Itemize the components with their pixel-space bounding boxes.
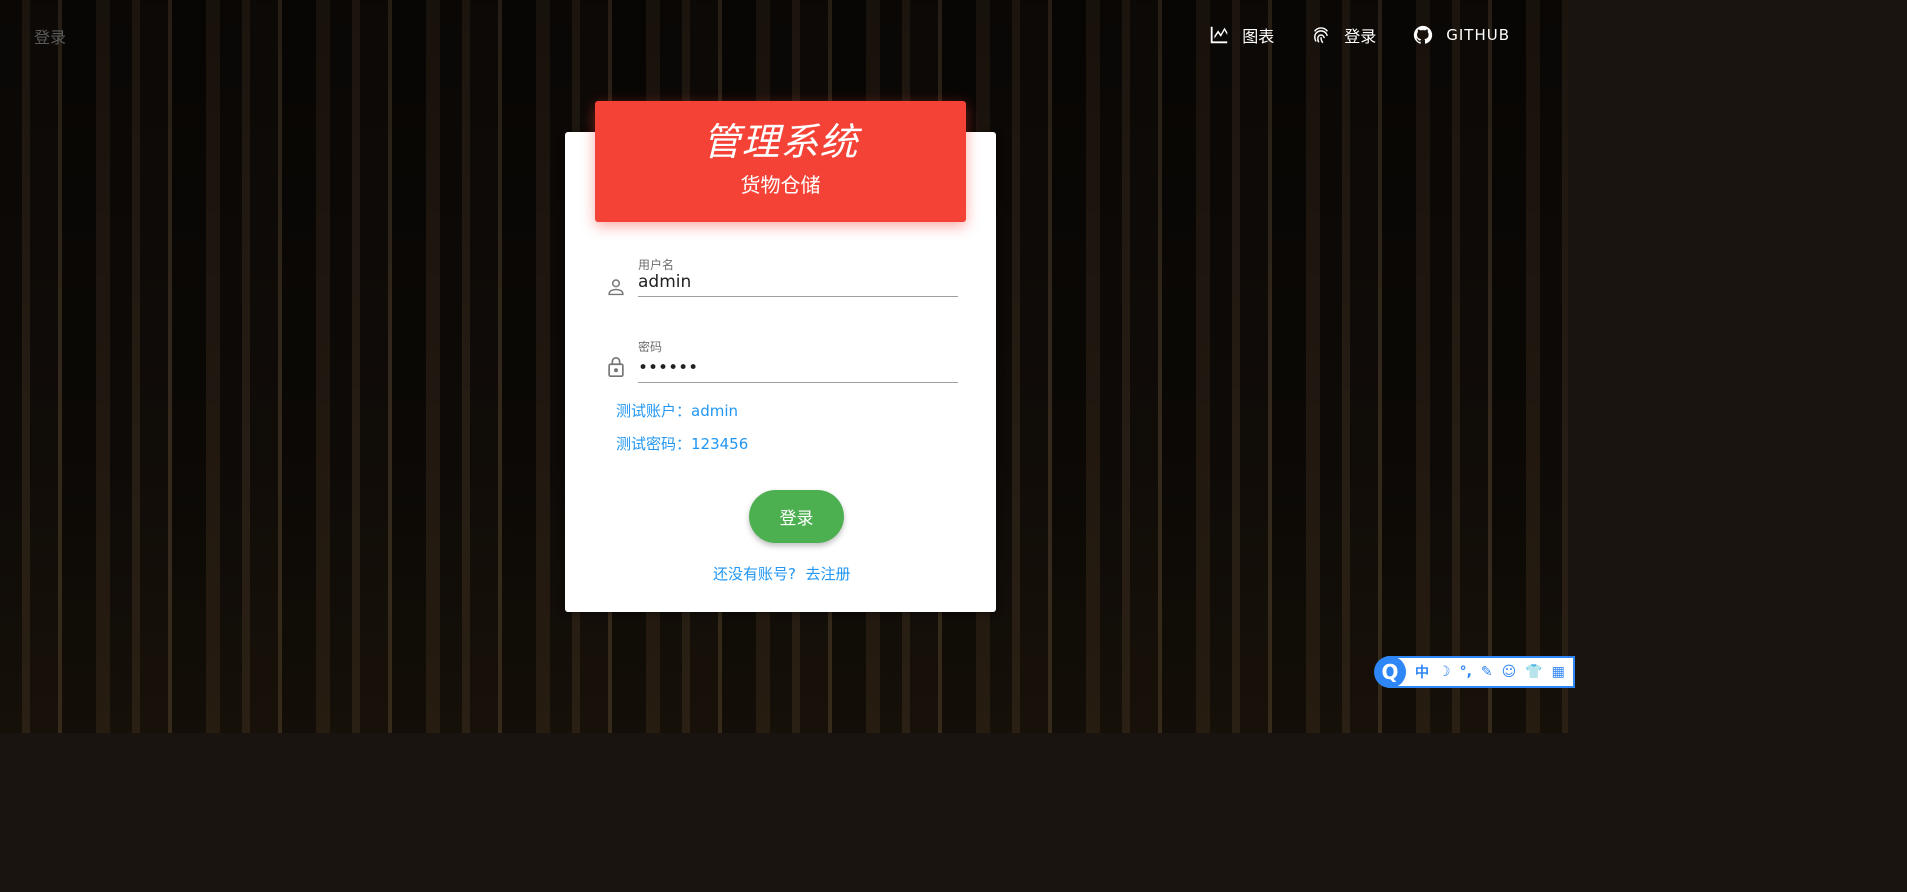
register-question: 还没有账号?: [713, 565, 796, 583]
register-prompt: 还没有账号? 去注册: [713, 563, 851, 584]
wrench-icon[interactable]: ✎: [1481, 664, 1493, 680]
card-subtitle: 货物仓储: [740, 173, 821, 197]
test-password-hint: 测试密码：123456: [616, 435, 749, 453]
lock-icon: [605, 355, 627, 377]
grid-icon[interactable]: ▦: [1552, 664, 1565, 680]
ime-logo-icon[interactable]: Q: [1374, 656, 1406, 688]
card-header: 管理系统 货物仓储: [595, 101, 966, 222]
fingerprint-icon: [1310, 24, 1332, 46]
password-input[interactable]: [638, 356, 958, 380]
moon-icon[interactable]: ☽: [1438, 664, 1451, 680]
nav-menu: 图表 登录 GITHUB: [1190, 20, 1528, 50]
brand-title: 登录: [34, 28, 67, 47]
ime-chinese-mode[interactable]: 中: [1415, 662, 1429, 682]
punctuation-icon[interactable]: °,: [1460, 664, 1472, 680]
smiley-icon[interactable]: ☺: [1502, 664, 1517, 680]
password-label: 密码: [638, 340, 663, 354]
ime-toolbar: Q 中 ☽ °, ✎ ☺ 👕 ▦: [1374, 656, 1575, 688]
username-underline: [638, 296, 958, 297]
login-button[interactable]: 登录: [749, 490, 844, 543]
username-input[interactable]: [638, 270, 958, 294]
test-account-hint: 测试账户：admin: [616, 402, 739, 420]
password-field: 密码: [605, 338, 958, 386]
nav-item-github[interactable]: GITHUB: [1394, 20, 1528, 50]
card-title: 管理系统: [702, 120, 859, 164]
chart-icon: [1208, 24, 1230, 46]
nav-item-label: 图表: [1242, 27, 1275, 46]
username-field: 用户名: [605, 256, 958, 300]
nav-item-label: 登录: [1344, 27, 1377, 46]
github-icon: [1412, 24, 1434, 46]
person-icon: [605, 276, 627, 298]
nav-item-login[interactable]: 登录: [1292, 20, 1394, 50]
password-underline: [638, 382, 958, 383]
top-navbar: 登录 图表 登录 GITHUB: [0, 0, 1568, 70]
nav-item-label: GITHUB: [1446, 26, 1510, 44]
shirt-icon[interactable]: 👕: [1525, 664, 1542, 680]
register-link[interactable]: 去注册: [806, 565, 851, 583]
nav-item-chart[interactable]: 图表: [1190, 20, 1292, 50]
